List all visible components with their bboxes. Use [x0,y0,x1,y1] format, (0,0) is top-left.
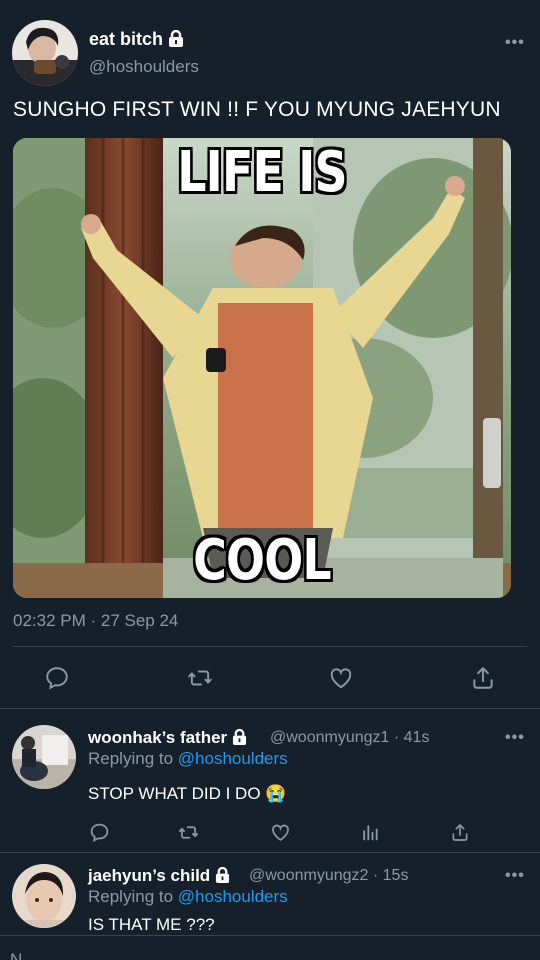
like-icon[interactable] [267,820,293,844]
mention-link[interactable]: @hoshoulders [178,749,288,768]
avatar[interactable] [12,864,76,928]
display-name-text[interactable]: eat bitch [89,29,163,49]
lock-icon [215,866,230,888]
reply-icon[interactable] [40,662,74,694]
reply-text: IS THAT ME ??? [88,915,215,934]
avatar[interactable] [12,725,76,789]
divider [0,708,540,709]
retweet-icon[interactable] [183,662,217,694]
replying-to: Replying to @hoshoulders [88,749,288,769]
tweet-timestamp[interactable]: 02:32 PM · 27 Sep 24 [13,611,178,631]
analytics-icon[interactable] [357,820,383,844]
more-options-icon[interactable]: ••• [505,729,525,747]
footer-partial-text: N [10,950,23,960]
meme-caption-bottom: COOL [193,528,332,593]
mention-link[interactable]: @hoshoulders [178,887,288,906]
tweet-actions [0,660,540,696]
divider [0,852,540,853]
share-icon[interactable] [447,820,473,844]
share-icon[interactable] [466,662,500,694]
reply-time: · 15s [372,867,409,884]
display-name[interactable]: eat bitch [89,29,184,52]
meme-caption-top: LIFE IS [177,140,347,205]
reply-actions [0,818,540,846]
handle-and-time[interactable]: @woonmyungz1 · 41s [270,729,429,747]
handle[interactable]: @woonmyungz2 [249,867,368,884]
tweet-media-image[interactable]: LIFE IS COOL [13,138,511,598]
tweet-text: SUNGHO FIRST WIN !! F YOU MYUNG JAEHYUN [13,98,501,121]
handle[interactable]: @woonmyungz1 [270,729,389,746]
display-name[interactable]: jaehyun’s child [88,866,230,888]
replying-prefix: Replying to [88,749,178,768]
replying-to: Replying to @hoshoulders [88,887,288,907]
reply-icon[interactable] [86,820,112,844]
divider [0,935,540,936]
more-options-icon[interactable]: ••• [505,34,525,52]
reply-time: · 41s [393,729,430,746]
handle-and-time[interactable]: @woonmyungz2 · 15s [249,867,408,885]
replying-prefix: Replying to [88,887,178,906]
avatar[interactable] [12,20,78,86]
display-name[interactable]: woonhak’s father [88,728,247,750]
reply-text: STOP WHAT DID I DO 😭 [88,784,287,803]
retweet-icon[interactable] [175,820,201,844]
display-name-text[interactable]: woonhak’s father [88,728,227,747]
more-options-icon[interactable]: ••• [505,867,525,885]
divider [13,646,527,647]
lock-icon [232,728,247,750]
lock-icon [168,29,184,52]
display-name-text[interactable]: jaehyun’s child [88,866,210,885]
handle[interactable]: @hoshoulders [89,57,199,77]
like-icon[interactable] [324,662,358,694]
